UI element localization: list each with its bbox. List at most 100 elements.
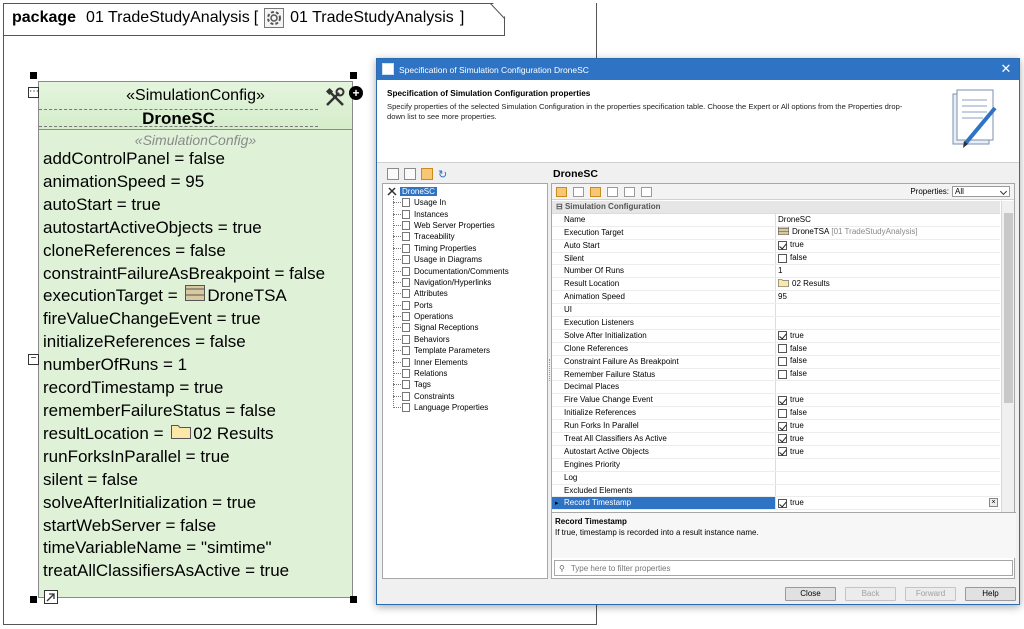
dialog-titlebar[interactable]: Specification of Simulation Configuratio… bbox=[377, 59, 1019, 80]
property-value-cell[interactable]: 1 bbox=[776, 265, 1000, 277]
block-property[interactable]: animationSpeed = 95 bbox=[43, 171, 352, 194]
property-value-cell[interactable]: false bbox=[776, 369, 1000, 381]
property-row[interactable]: Fire Value Change Event true bbox=[552, 394, 1000, 408]
block-property[interactable]: autoStart = true bbox=[43, 194, 352, 217]
property-checkbox[interactable] bbox=[778, 447, 787, 457]
property-row[interactable]: Silent false bbox=[552, 252, 1000, 266]
property-row[interactable]: Number Of Runs 1 bbox=[552, 265, 1000, 279]
property-checkbox[interactable] bbox=[778, 498, 787, 508]
property-value-cell[interactable]: true bbox=[776, 446, 1000, 458]
property-value-cell[interactable]: false bbox=[776, 407, 1000, 419]
block-property[interactable]: resultLocation = 02 Results bbox=[43, 423, 352, 446]
hierarchy-icon[interactable] bbox=[404, 168, 416, 180]
block-name[interactable]: DroneSC bbox=[39, 109, 318, 128]
property-value-cell[interactable]: false bbox=[776, 253, 1000, 265]
property-value-cell[interactable]: true bbox=[776, 433, 1000, 445]
resize-handle-bottom-left[interactable] bbox=[30, 596, 37, 603]
property-row[interactable]: Auto Start true bbox=[552, 239, 1000, 253]
copy-icon[interactable] bbox=[421, 168, 433, 180]
tree-item[interactable]: Inner Elements bbox=[393, 356, 509, 367]
add-icon[interactable]: + bbox=[349, 86, 363, 100]
property-row[interactable]: Run Forks In Parallel true bbox=[552, 420, 1000, 434]
property-row[interactable]: Remember Failure Status false bbox=[552, 368, 1000, 382]
property-row[interactable]: Solve After Initialization true bbox=[552, 329, 1000, 343]
vertical-scrollbar[interactable] bbox=[1001, 201, 1014, 512]
filter-input[interactable] bbox=[568, 562, 989, 574]
sort-icon[interactable] bbox=[573, 186, 584, 197]
collapse-all-icon[interactable] bbox=[624, 186, 635, 197]
tree-item[interactable]: Attributes bbox=[393, 288, 509, 299]
expand-all-icon[interactable] bbox=[607, 186, 618, 197]
block-property[interactable]: numberOfRuns = 1 bbox=[43, 354, 352, 377]
property-value-cell[interactable]: true bbox=[776, 420, 1000, 432]
property-row[interactable]: Execution Target DroneTSA [01 TradeStudyAn… bbox=[552, 226, 1000, 240]
block-property[interactable]: fireValueChangeEvent = true bbox=[43, 308, 352, 331]
tree-item[interactable]: Relations bbox=[393, 368, 509, 379]
property-value-cell[interactable] bbox=[776, 304, 1000, 316]
property-value-cell[interactable] bbox=[776, 381, 1000, 393]
spelling-icon[interactable] bbox=[641, 186, 652, 197]
property-row[interactable]: Engines Priority bbox=[552, 458, 1000, 472]
resize-handle-top-left[interactable] bbox=[30, 72, 37, 79]
property-row[interactable]: Execution Listeners bbox=[552, 317, 1000, 330]
property-row[interactable]: Clone References false bbox=[552, 342, 1000, 356]
tree-item[interactable]: Ports bbox=[393, 300, 509, 311]
property-row[interactable]: Log bbox=[552, 471, 1000, 485]
property-value-cell[interactable]: false bbox=[776, 343, 1000, 355]
property-row[interactable]: Autostart Active Objects true bbox=[552, 445, 1000, 459]
properties-select[interactable]: All bbox=[952, 186, 1010, 197]
property-row[interactable]: Initialize References false bbox=[552, 407, 1000, 421]
property-value-cell[interactable]: DroneTSA [01 TradeStudyAnalysis] bbox=[776, 226, 1000, 239]
block-property[interactable]: autostartActiveObjects = true bbox=[43, 217, 352, 240]
block-property[interactable]: rememberFailureStatus = false bbox=[43, 400, 352, 423]
reset-value-icon[interactable]: × bbox=[989, 498, 998, 508]
close-icon[interactable]: ✕ bbox=[999, 61, 1013, 77]
resize-handle-bottom-right[interactable] bbox=[350, 596, 357, 603]
refresh-icon[interactable]: ↻ bbox=[438, 168, 447, 181]
block-property[interactable]: startWebServer = false bbox=[43, 515, 352, 538]
property-checkbox[interactable] bbox=[778, 395, 787, 405]
property-checkbox[interactable] bbox=[778, 434, 787, 444]
property-row[interactable]: Animation Speed 95 bbox=[552, 291, 1000, 305]
block-property[interactable]: silent = false bbox=[43, 469, 352, 492]
property-value-cell[interactable]: true bbox=[776, 330, 1000, 342]
tree-item[interactable]: Usage in Diagrams bbox=[393, 254, 509, 265]
header-collapse-toggle[interactable]: ⋯ bbox=[28, 87, 39, 98]
tree-item[interactable]: Traceability bbox=[393, 231, 509, 242]
property-value-cell[interactable]: true bbox=[776, 497, 1000, 509]
property-checkbox[interactable] bbox=[778, 241, 787, 251]
property-value-cell[interactable]: DroneSC bbox=[776, 214, 1000, 226]
property-row[interactable]: UI bbox=[552, 304, 1000, 318]
property-value-cell[interactable] bbox=[776, 459, 1000, 471]
block-property[interactable]: solveAfterInitialization = true bbox=[43, 492, 352, 515]
collapse-tree-icon[interactable] bbox=[387, 168, 399, 180]
resize-handle-top-right[interactable] bbox=[350, 72, 357, 79]
tree-item[interactable]: Navigation/Hyperlinks bbox=[393, 277, 509, 288]
block-property[interactable]: executionTarget = DroneTSA bbox=[43, 285, 352, 308]
property-value-cell[interactable] bbox=[776, 317, 1000, 329]
block-property[interactable]: cloneReferences = false bbox=[43, 240, 352, 263]
tree-item[interactable]: Documentation/Comments bbox=[393, 265, 509, 276]
block-property[interactable]: initializeReferences = false bbox=[43, 331, 352, 354]
tree-root[interactable]: DroneSC bbox=[387, 186, 437, 196]
property-checkbox[interactable] bbox=[778, 344, 787, 354]
property-checkbox[interactable] bbox=[778, 254, 787, 263]
tree-item[interactable]: Language Properties bbox=[393, 402, 509, 413]
tree-item[interactable]: Template Parameters bbox=[393, 345, 509, 356]
tree-item[interactable]: Instances bbox=[393, 208, 509, 219]
property-value-cell[interactable]: 02 Results bbox=[776, 278, 1000, 290]
tree-item[interactable]: Signal Receptions bbox=[393, 322, 509, 333]
property-row[interactable]: Treat All Classifiers As Active true bbox=[552, 433, 1000, 446]
tree-item[interactable]: Tags bbox=[393, 379, 509, 390]
block-property[interactable]: runForksInParallel = true bbox=[43, 446, 352, 469]
property-row[interactable]: Name DroneSC bbox=[552, 213, 1000, 227]
simulation-config-block[interactable]: «SimulationConfig» DroneSC «SimulationCo… bbox=[38, 81, 353, 598]
property-row[interactable]: Constraint Failure As Breakpoint false bbox=[552, 355, 1000, 369]
property-checkbox[interactable] bbox=[778, 408, 787, 418]
property-row[interactable]: ▸ Record Timestamp true × bbox=[552, 497, 1000, 511]
scrollbar-thumb[interactable] bbox=[1004, 213, 1013, 403]
tree-item[interactable]: Constraints bbox=[393, 391, 509, 402]
property-checkbox[interactable] bbox=[778, 331, 787, 341]
compartment-collapse-toggle[interactable]: − bbox=[28, 354, 39, 365]
block-property[interactable]: timeVariableName = "simtime" bbox=[43, 537, 352, 560]
